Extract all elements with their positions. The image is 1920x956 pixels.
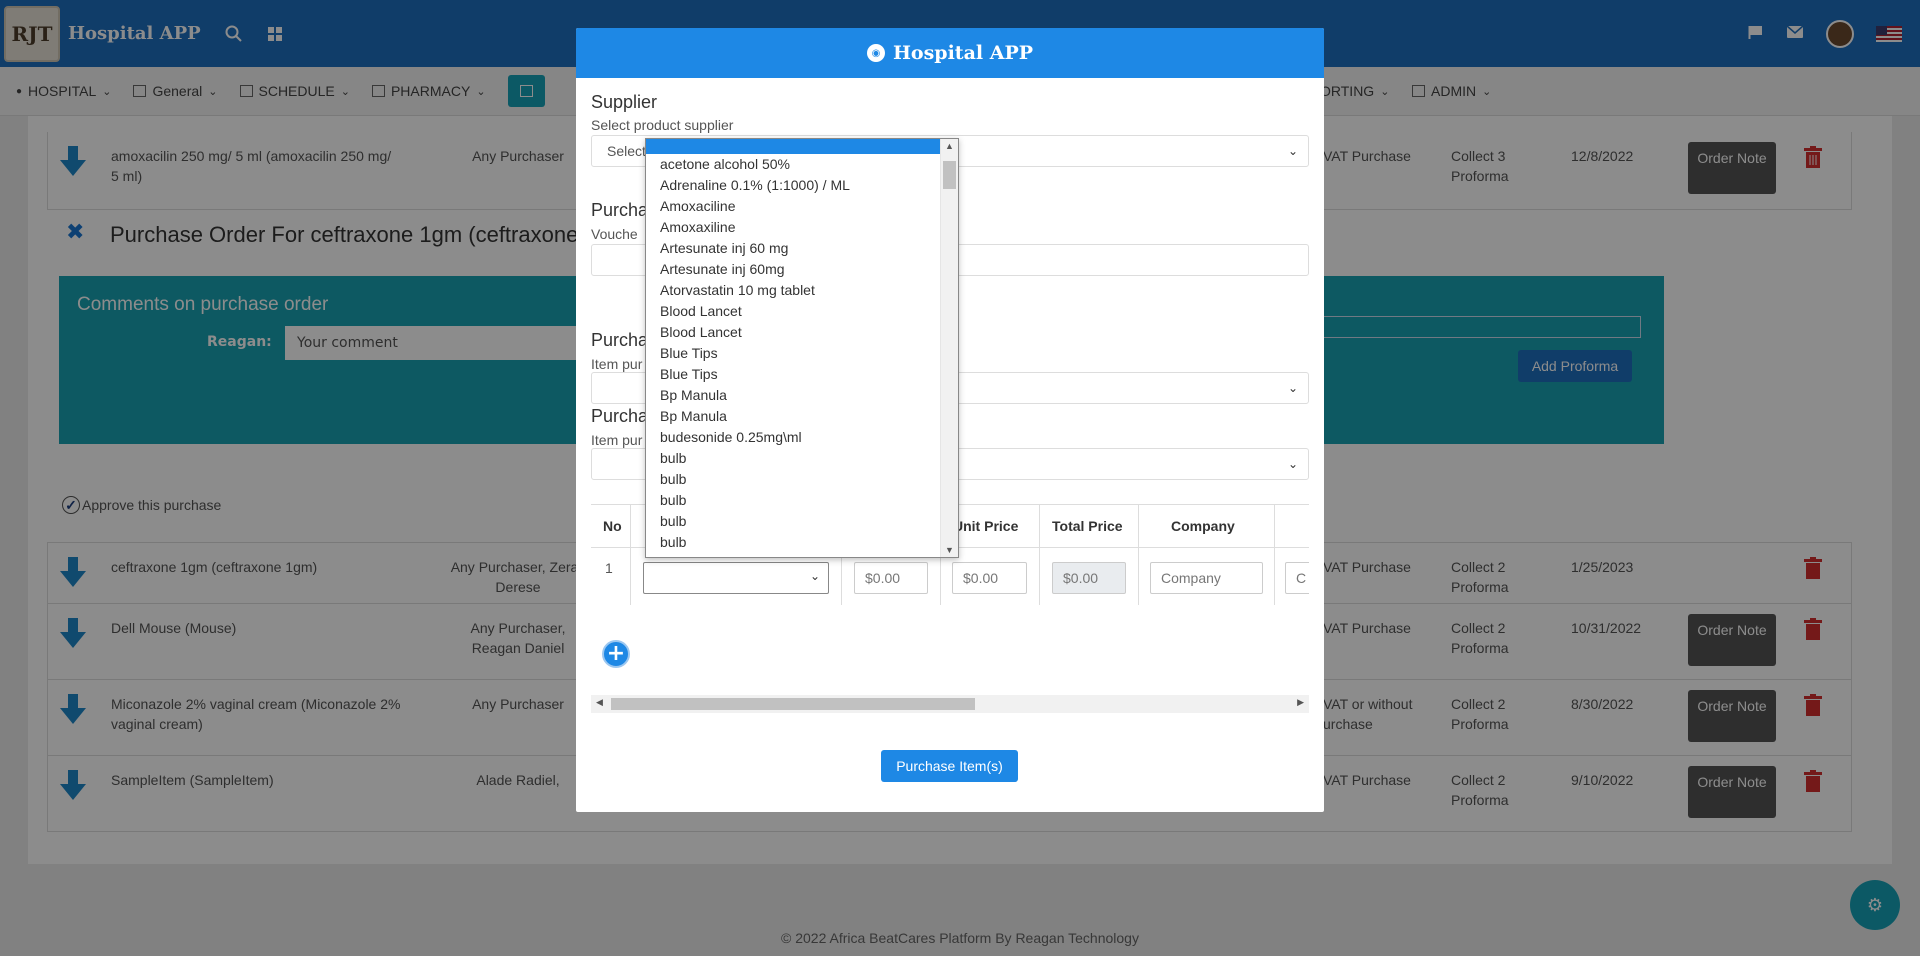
- dropdown-option[interactable]: acetone alcohol 50%: [646, 154, 942, 175]
- dropdown-option[interactable]: Amoxaciline: [646, 196, 942, 217]
- horizontal-scrollbar[interactable]: ◀ ▶: [591, 695, 1309, 713]
- chevron-down-icon: ⌄: [1287, 457, 1298, 471]
- dropdown-option[interactable]: Artesunate inj 60mg: [646, 259, 942, 280]
- dropdown-option[interactable]: Artesunate inj 60 mg: [646, 238, 942, 259]
- item-dropdown-list[interactable]: acetone alcohol 50% Adrenaline 0.1% (1:1…: [645, 138, 959, 558]
- scroll-left-arrow-icon[interactable]: ◀: [596, 698, 603, 708]
- modal-header: ◉ Hospital APP: [576, 28, 1324, 78]
- dropdown-option[interactable]: Bp Manula: [646, 385, 942, 406]
- dropdown-option[interactable]: bulb: [646, 511, 942, 532]
- dropdown-option[interactable]: Adrenaline 0.1% (1:1000) / ML: [646, 175, 942, 196]
- purchase-type-heading: Purcha: [591, 330, 649, 350]
- company-cell: Company: [1139, 547, 1275, 605]
- supplier-select-value: Select: [607, 143, 646, 159]
- dropdown-option[interactable]: Blood Lancet: [646, 301, 942, 322]
- dropdown-option[interactable]: bulb: [646, 469, 942, 490]
- dropdown-option[interactable]: Amoxaxiline: [646, 217, 942, 238]
- row-number: 1: [605, 560, 613, 576]
- scroll-up-arrow-icon[interactable]: ▲: [945, 141, 954, 151]
- company-input[interactable]: Company: [1150, 562, 1263, 594]
- total-price-cell: $0.00: [1040, 547, 1139, 605]
- purchase-type-subheading: Item pur: [591, 356, 643, 372]
- purchase-item-subheading: Item pur: [591, 432, 643, 448]
- add-row-plus-icon[interactable]: +: [602, 640, 630, 668]
- extra-input[interactable]: C: [1285, 562, 1309, 594]
- dropdown-option[interactable]: Bp Manula: [646, 406, 942, 427]
- item-select[interactable]: ⌄: [643, 562, 829, 594]
- unit-price-input[interactable]: $0.00: [952, 562, 1027, 594]
- dropdown-selected-blank-option[interactable]: [646, 139, 940, 154]
- scroll-down-arrow-icon[interactable]: ▼: [945, 545, 954, 555]
- dropdown-scrollbar[interactable]: ▲ ▼: [940, 139, 958, 557]
- dropdown-options: acetone alcohol 50% Adrenaline 0.1% (1:1…: [646, 154, 942, 553]
- table-header-company: Company: [1139, 505, 1275, 547]
- dropdown-option[interactable]: budesonide 0.25mg\ml: [646, 427, 942, 448]
- dropdown-scrollbar-thumb[interactable]: [943, 161, 956, 189]
- dropdown-option[interactable]: Blue Tips: [646, 364, 942, 385]
- voucher-heading: Purcha: [591, 200, 649, 220]
- supplier-subheading: Select product supplier: [591, 117, 734, 133]
- purchase-item-heading: Purcha: [591, 406, 649, 426]
- voucher-subheading: Vouche: [591, 226, 638, 242]
- dropdown-option[interactable]: bulb: [646, 490, 942, 511]
- chevron-down-icon: ⌄: [809, 569, 820, 583]
- extra-cell: C: [1275, 547, 1309, 605]
- dropdown-option[interactable]: Atorvastatin 10 mg tablet: [646, 280, 942, 301]
- total-price-input: $0.00: [1052, 562, 1126, 594]
- modal-title: Hospital APP: [892, 42, 1034, 64]
- dropdown-option[interactable]: bulb: [646, 448, 942, 469]
- purchase-items-button[interactable]: Purchase Item(s): [881, 750, 1018, 782]
- chevron-down-icon: ⌄: [1287, 144, 1298, 158]
- table-header-total-price: Total Price: [1040, 505, 1139, 547]
- scroll-right-arrow-icon[interactable]: ▶: [1297, 698, 1304, 708]
- dropdown-option[interactable]: Blue Tips: [646, 343, 942, 364]
- scrollbar-thumb[interactable]: [611, 698, 975, 710]
- dropdown-option[interactable]: Blood Lancet: [646, 322, 942, 343]
- supplier-heading: Supplier: [591, 92, 658, 112]
- modal-logo-icon: ◉: [866, 44, 885, 62]
- row-number-cell: 1: [591, 547, 631, 605]
- chevron-down-icon: ⌄: [1287, 381, 1298, 395]
- price-input[interactable]: $0.00: [854, 562, 928, 594]
- dropdown-option[interactable]: bulb: [646, 532, 942, 553]
- table-header-no: No: [591, 505, 631, 547]
